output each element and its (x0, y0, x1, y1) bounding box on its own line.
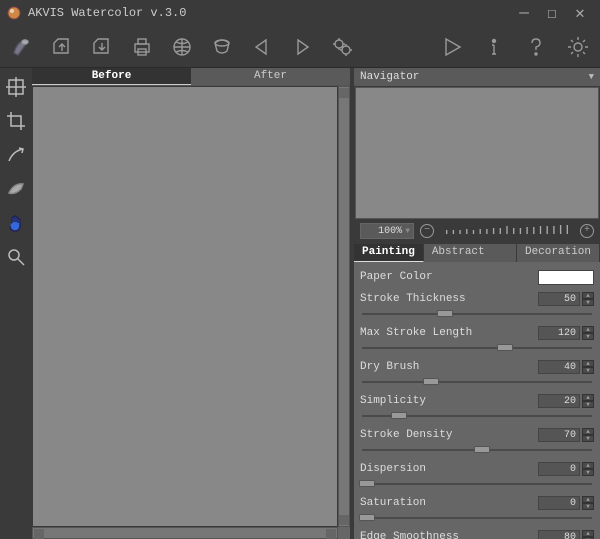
crop-tool-icon[interactable] (3, 108, 29, 134)
param-value-input[interactable] (538, 326, 580, 340)
param-label: Dispersion (360, 463, 426, 475)
scroll-up-arrow-icon[interactable] (339, 88, 349, 98)
param-max-stroke-length: Max Stroke Length ▲▼ (360, 324, 594, 354)
param-slider[interactable] (362, 310, 592, 318)
param-stepper[interactable]: ▲▼ (582, 530, 594, 539)
param-stroke-thickness: Stroke Thickness ▲▼ (360, 290, 594, 320)
param-label: Stroke Thickness (360, 293, 466, 305)
navigator-title: Navigator (360, 71, 419, 83)
param-slider[interactable] (362, 412, 592, 420)
params-panel: Paper Color Stroke Thickness ▲▼ Max Stro… (354, 262, 600, 539)
param-stepper[interactable]: ▲▼ (582, 496, 594, 510)
param-stepper[interactable]: ▲▼ (582, 360, 594, 374)
param-dry-brush: Dry Brush ▲▼ (360, 358, 594, 388)
param-slider[interactable] (362, 480, 592, 488)
param-tabs: Painting Abstract Art Decoration (354, 244, 600, 262)
help-button[interactable] (520, 31, 552, 63)
param-label: Stroke Density (360, 429, 452, 441)
zoom-dropdown-icon[interactable]: ▼ (405, 227, 410, 236)
direction-tool-icon[interactable] (3, 142, 29, 168)
tab-abstract-art[interactable]: Abstract Art (424, 244, 517, 262)
settings-button[interactable] (562, 31, 594, 63)
param-value-input[interactable] (538, 394, 580, 408)
tab-decoration[interactable]: Decoration (517, 244, 600, 262)
param-paper-color: Paper Color (360, 268, 594, 286)
left-tool-strip (0, 68, 32, 539)
zoom-value: 100% (378, 226, 402, 237)
top-toolbar (0, 26, 600, 68)
info-button[interactable] (478, 31, 510, 63)
scroll-left-arrow-icon[interactable] (34, 529, 44, 539)
param-label: Simplicity (360, 395, 426, 407)
run-button[interactable] (436, 31, 468, 63)
back-button[interactable] (246, 31, 278, 63)
navigator-header[interactable]: Navigator ▼ (354, 68, 600, 86)
canvas[interactable] (33, 87, 337, 526)
batch-prefs-button[interactable] (326, 31, 358, 63)
param-stepper[interactable]: ▲▼ (582, 394, 594, 408)
open-button[interactable] (46, 31, 78, 63)
tab-painting[interactable]: Painting (354, 244, 424, 262)
hand-tool-icon[interactable] (3, 210, 29, 236)
param-label: Max Stroke Length (360, 327, 472, 339)
share-button[interactable] (166, 31, 198, 63)
maximize-button[interactable]: ☐ (538, 0, 566, 26)
minimize-button[interactable]: — (510, 0, 538, 26)
zoom-value-field[interactable]: 100% ▼ (360, 223, 414, 239)
scroll-down-arrow-icon[interactable] (339, 515, 349, 525)
param-slider[interactable] (362, 344, 592, 352)
tab-before[interactable]: Before (32, 68, 191, 85)
param-label: Dry Brush (360, 361, 419, 373)
scroll-right-arrow-icon[interactable] (326, 529, 336, 539)
param-value-input[interactable] (538, 496, 580, 510)
canvas-scroll-horizontal[interactable] (32, 527, 338, 539)
right-panel: Navigator ▼ 100% ▼ − (350, 68, 600, 539)
zoom-controls: 100% ▼ − (354, 220, 600, 242)
close-button[interactable]: ✕ (566, 0, 594, 26)
param-label: Saturation (360, 497, 426, 509)
canvas-scroll-vertical[interactable] (338, 86, 350, 527)
param-value-input[interactable] (538, 428, 580, 442)
titlebar: AKVIS Watercolor v.3.0 — ☐ ✕ (0, 0, 600, 26)
print-button[interactable] (126, 31, 158, 63)
zoom-in-button[interactable]: + (580, 224, 594, 238)
param-stepper[interactable]: ▲▼ (582, 326, 594, 340)
param-value-input[interactable] (538, 292, 580, 306)
param-simplicity: Simplicity ▲▼ (360, 392, 594, 422)
zoom-scale[interactable] (440, 224, 574, 238)
zoom-tool-icon[interactable] (3, 244, 29, 270)
param-value-input[interactable] (538, 360, 580, 374)
param-label: Edge Smoothness (360, 531, 459, 539)
bucket-button[interactable] (206, 31, 238, 63)
logo-brush-icon (6, 31, 38, 63)
before-after-tabs: Before After (32, 68, 350, 86)
param-dispersion: Dispersion ▲▼ (360, 460, 594, 490)
forward-button[interactable] (286, 31, 318, 63)
param-value-input[interactable] (538, 530, 580, 539)
eraser-tool-icon[interactable] (3, 176, 29, 202)
param-slider[interactable] (362, 514, 592, 522)
param-stepper[interactable]: ▲▼ (582, 462, 594, 476)
navigator-preview[interactable] (355, 87, 599, 219)
save-button[interactable] (86, 31, 118, 63)
param-stepper[interactable]: ▲▼ (582, 428, 594, 442)
paper-color-swatch[interactable] (538, 270, 594, 285)
param-edge-smoothness: Edge Smoothness ▲▼ (360, 528, 594, 539)
tab-after[interactable]: After (191, 68, 350, 85)
param-stepper[interactable]: ▲▼ (582, 292, 594, 306)
param-stroke-density: Stroke Density ▲▼ (360, 426, 594, 456)
param-slider[interactable] (362, 378, 592, 386)
param-slider[interactable] (362, 446, 592, 454)
chevron-down-icon[interactable]: ▼ (589, 72, 594, 82)
param-label: Paper Color (360, 271, 433, 283)
param-value-input[interactable] (538, 462, 580, 476)
canvas-area: Before After (32, 68, 350, 539)
app-logo-icon (6, 5, 22, 21)
param-saturation: Saturation ▲▼ (360, 494, 594, 524)
window-title: AKVIS Watercolor v.3.0 (28, 6, 510, 20)
guides-tool-icon[interactable] (3, 74, 29, 100)
scroll-corner (338, 527, 350, 539)
zoom-out-button[interactable]: − (420, 224, 434, 238)
